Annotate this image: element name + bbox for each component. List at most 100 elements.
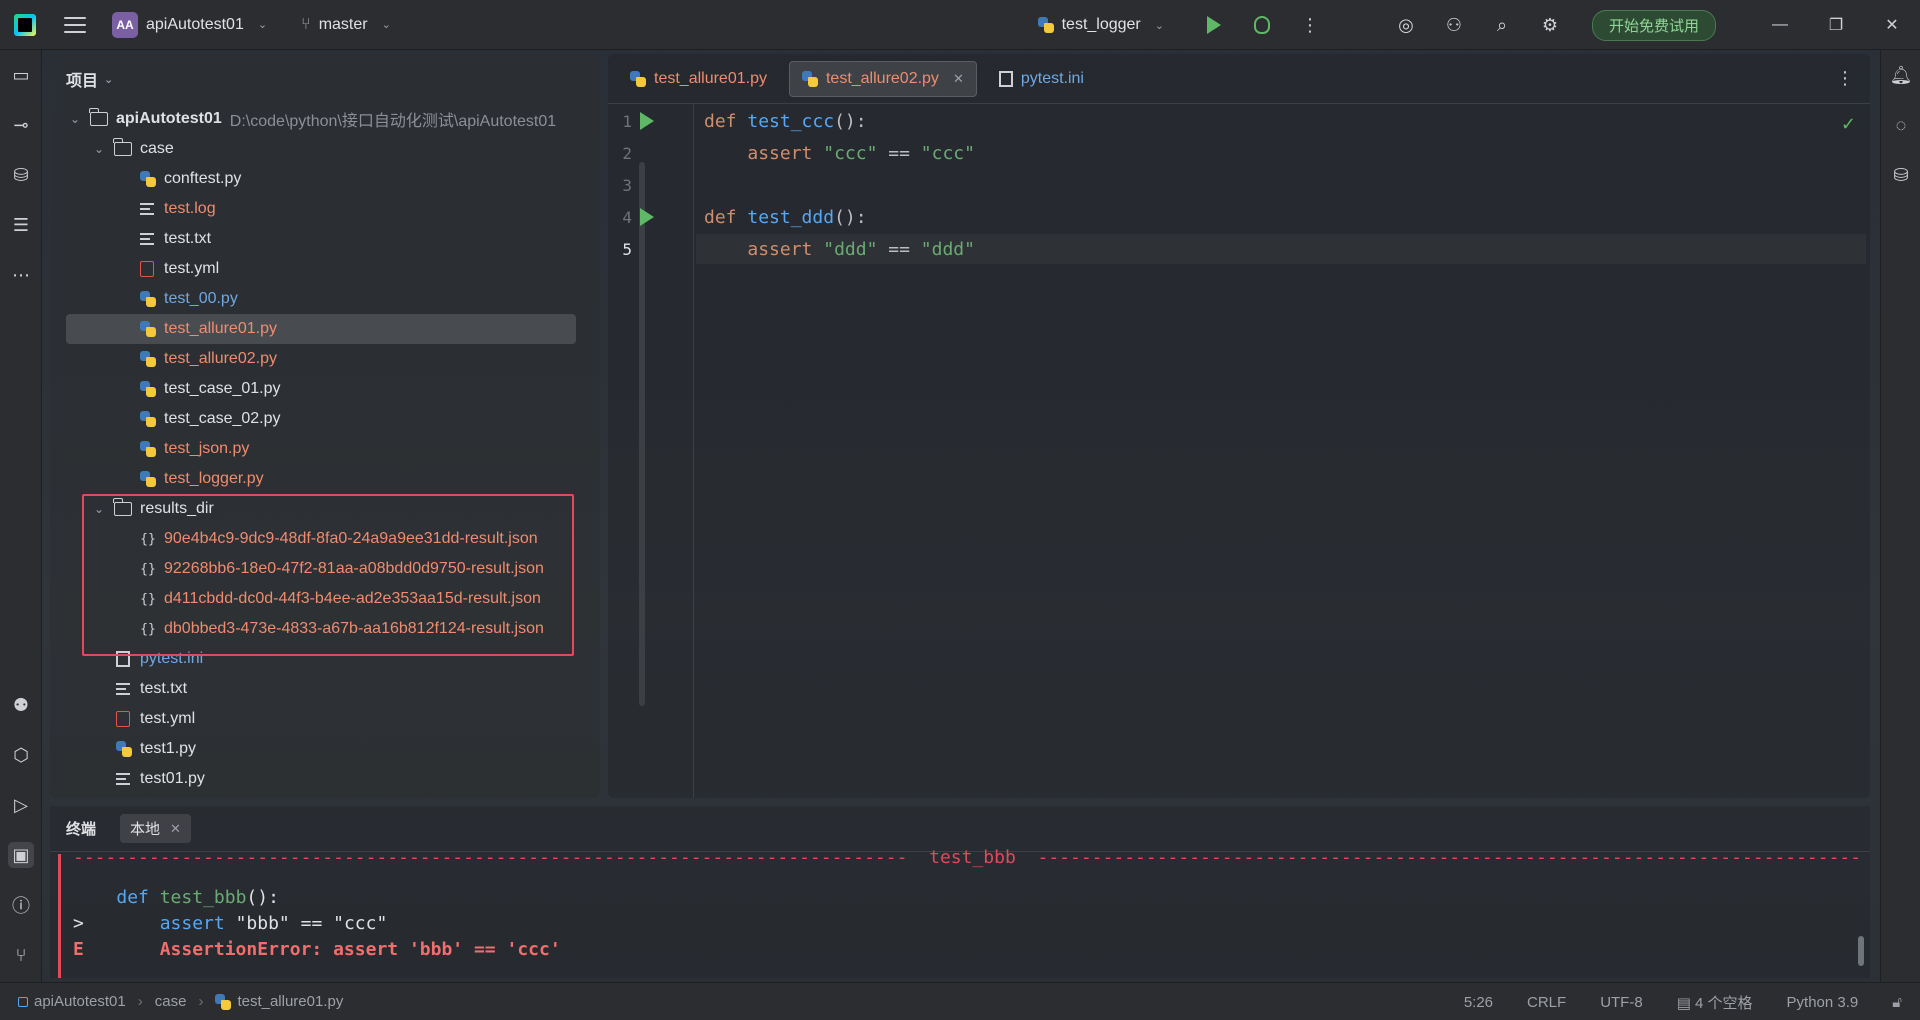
module-icon: [18, 996, 28, 1007]
terminal-scrollbar[interactable]: [1858, 936, 1864, 966]
status-bar: apiAutotest01 › case › test_allure01.py …: [0, 982, 1920, 1020]
more-tools-icon[interactable]: ⋯: [8, 262, 34, 288]
tree-row-file[interactable]: test1.py: [50, 734, 590, 764]
tree-row-file[interactable]: test_logger.py: [50, 464, 590, 494]
terminal-icon[interactable]: ▣: [8, 842, 34, 868]
commit-icon[interactable]: ⊸: [8, 112, 34, 138]
python-packages-icon[interactable]: ⬡: [8, 742, 34, 768]
json-file-icon: {}: [140, 531, 156, 547]
indent-setting[interactable]: ▤ 4 个空格: [1677, 992, 1753, 1013]
collapse-arrow-icon[interactable]: ⌄: [92, 142, 106, 156]
tree-row-json-file[interactable]: {} 92268bb6-18e0-47f2-81aa-a08bdd0d9750-…: [50, 554, 590, 584]
tree-row-json-file[interactable]: {} d411cbdd-dc0d-44f3-b4ee-ad2e353aa15d-…: [50, 584, 590, 614]
caret-position[interactable]: 5:26: [1464, 994, 1493, 1011]
project-panel-header[interactable]: 项目 ⌄: [50, 54, 600, 104]
tree-row-folder-results-dir[interactable]: ⌄ results_dir: [50, 494, 590, 524]
chevron-down-icon: ⌄: [104, 73, 114, 86]
run-test-gutter-icon[interactable]: [640, 208, 654, 226]
problems-icon[interactable]: ⓘ: [8, 892, 34, 918]
no-problems-check-icon[interactable]: ✓: [1841, 114, 1856, 135]
tree-row-file[interactable]: test.log: [50, 194, 590, 224]
restore-button[interactable]: ❐: [1808, 15, 1864, 35]
add-user-icon[interactable]: ⚇: [1442, 13, 1466, 37]
python-interpreter[interactable]: Python 3.9: [1787, 994, 1859, 1011]
pycharm-logo-icon[interactable]: [14, 13, 36, 36]
terminal-line: def test_bbb ():: [73, 884, 1858, 910]
text-file-icon: [140, 233, 154, 245]
tree-row-json-file[interactable]: {} db0bbed3-473e-4833-a67b-aa16b812f124-…: [50, 614, 590, 644]
tab-pytest-ini[interactable]: pytest.ini: [987, 61, 1096, 97]
database-tool-icon[interactable]: ⛁: [1888, 162, 1914, 188]
close-window-button[interactable]: ✕: [1864, 15, 1920, 35]
function-name: test_bbb: [159, 886, 247, 908]
terminal-tab-local[interactable]: 本地 ✕: [120, 814, 191, 843]
tree-row-file[interactable]: test_case_02.py: [50, 404, 590, 434]
project-tool-folder-icon[interactable]: ▭: [8, 62, 34, 88]
tree-item-label: results_dir: [140, 500, 214, 517]
tree-row-file[interactable]: test.txt: [50, 224, 590, 254]
python-console-icon[interactable]: ⚉: [8, 692, 34, 718]
search-icon[interactable]: ⌕: [1490, 13, 1514, 37]
services-icon[interactable]: ▷: [8, 792, 34, 818]
keyword: assert: [747, 238, 813, 260]
debug-icon[interactable]: [1250, 13, 1274, 37]
tab-options-icon[interactable]: ⋮: [1836, 68, 1854, 89]
run-test-gutter-icon[interactable]: [640, 112, 654, 130]
ai-assistant-icon[interactable]: ◎: [1394, 13, 1418, 37]
tree-row-file[interactable]: test_json.py: [50, 434, 590, 464]
settings-gear-icon[interactable]: ⚙: [1538, 13, 1562, 37]
breadcrumb-item[interactable]: test_allure01.py: [237, 993, 343, 1010]
project-switcher[interactable]: AA apiAutotest01 ⌄: [112, 11, 267, 38]
breadcrumb-item[interactable]: case: [155, 993, 187, 1010]
status-widgets: 5:26 CRLF UTF-8 ▤ 4 个空格 Python 3.9 🔓︎: [1464, 983, 1902, 1020]
close-tab-icon[interactable]: ✕: [953, 71, 964, 87]
database-icon[interactable]: ⛁: [8, 162, 34, 188]
tree-row-file[interactable]: conftest.py: [50, 164, 590, 194]
main-menu-icon[interactable]: [64, 16, 86, 33]
tree-row-json-file[interactable]: {} 90e4b4c9-9dc9-48df-8fa0-24a9a9ee31dd-…: [50, 524, 590, 554]
run-icon[interactable]: [1202, 13, 1226, 37]
more-actions-icon[interactable]: ⋮: [1298, 13, 1322, 37]
vcs-branch-switcher[interactable]: ⑂ master ⌄: [301, 16, 391, 34]
tree-row-file[interactable]: test_case_01.py: [50, 374, 590, 404]
close-tab-icon[interactable]: ✕: [170, 821, 181, 837]
git-icon[interactable]: ⑂: [8, 942, 34, 968]
code-line[interactable]: [696, 170, 1866, 200]
ai-chat-icon[interactable]: ◌: [1888, 112, 1914, 138]
tree-row-folder-case[interactable]: ⌄ case: [50, 134, 590, 164]
tree-row-file[interactable]: test_00.py: [50, 284, 590, 314]
terminal-tab-label: 本地: [130, 821, 161, 838]
tree-row-file[interactable]: test.yml: [50, 704, 590, 734]
start-free-trial-button[interactable]: 开始免费试用: [1591, 9, 1716, 41]
line-ending[interactable]: CRLF: [1527, 994, 1566, 1011]
tab-test-allure01[interactable]: test_allure01.py: [618, 61, 779, 97]
tree-item-label: case: [140, 140, 174, 157]
run-config-selector[interactable]: test_logger ⌄: [1037, 16, 1164, 34]
tree-item-label: test_allure01.py: [164, 320, 277, 337]
collapse-arrow-icon[interactable]: ⌄: [68, 112, 82, 126]
code-line[interactable]: assert "ccc" == "ccc": [696, 138, 1866, 168]
tree-row-file[interactable]: test.yml: [50, 254, 590, 284]
breadcrumb-item[interactable]: apiAutotest01: [34, 993, 126, 1010]
tree-item-label: 90e4b4c9-9dc9-48df-8fa0-24a9a9ee31dd-res…: [164, 530, 538, 547]
notifications-bell-icon[interactable]: 🔔︎: [1888, 62, 1914, 88]
tab-test-allure02[interactable]: test_allure02.py ✕: [788, 60, 977, 97]
tree-row-file[interactable]: pytest.ini: [50, 644, 590, 674]
tree-row-file[interactable]: test.txt: [50, 674, 590, 704]
code-line[interactable]: def test_ccc ():: [696, 106, 1866, 136]
collapse-arrow-icon[interactable]: ⌄: [92, 502, 106, 516]
code-line[interactable]: def test_ddd ():: [696, 202, 1866, 232]
tree-row-file-selected[interactable]: test_allure01.py: [66, 314, 576, 344]
terminal-output[interactable]: ----------------------------------------…: [58, 847, 1858, 978]
code-line-current[interactable]: assert "ddd" == "ddd": [696, 234, 1866, 264]
lock-icon[interactable]: 🔓︎: [1892, 994, 1902, 1011]
tree-row-file[interactable]: test_allure02.py: [50, 344, 590, 374]
structure-icon[interactable]: ☰: [8, 212, 34, 238]
minimize-button[interactable]: —: [1752, 16, 1808, 34]
terminal-error-line: E AssertionError: assert 'bbb' == 'ccc': [73, 936, 1858, 962]
tree-row-root[interactable]: ⌄ apiAutotest01 D:\code\python\接口自动化测试\a…: [50, 104, 590, 134]
file-encoding[interactable]: UTF-8: [1600, 994, 1643, 1011]
tree-row-file[interactable]: test01.py: [50, 764, 590, 794]
chevron-down-icon: ⌄: [1154, 19, 1164, 32]
python-file-icon: [140, 381, 156, 397]
